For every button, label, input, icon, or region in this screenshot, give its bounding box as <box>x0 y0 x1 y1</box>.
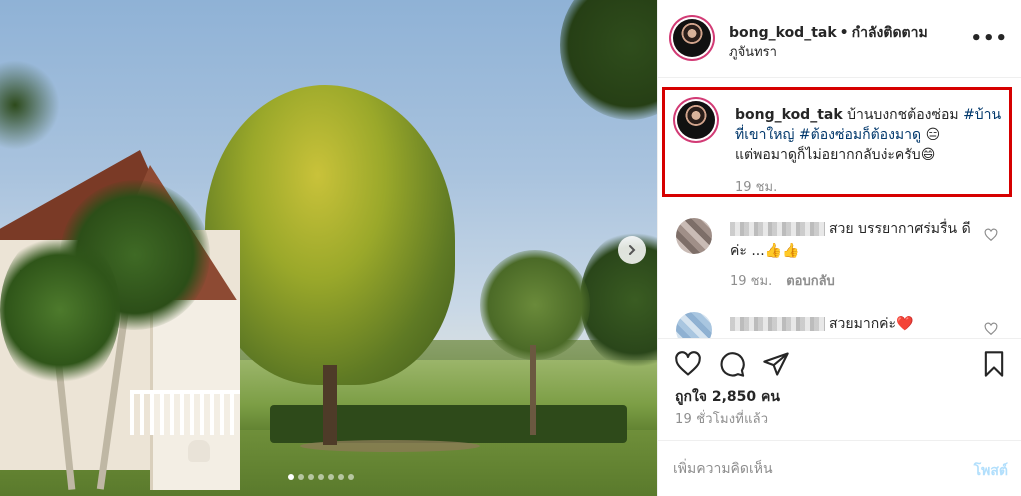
comment-timestamp: 19 ชม. <box>730 274 773 289</box>
caption-line2: แต่พอมาดูก็ไม่อยากกลับง่ะครับ😄 <box>735 147 936 163</box>
post-side-panel: bong_kod_tak • กำลังติดตาม ภูจันทรา ••• bo… <box>657 0 1021 496</box>
photo-tree <box>0 60 60 150</box>
caption-body: บ้านบงกชต้องซ่อม <box>847 107 959 123</box>
comment-like-icon[interactable] <box>984 228 998 242</box>
carousel-dot[interactable] <box>308 474 314 480</box>
photo-tree <box>480 250 590 435</box>
commenter-avatar[interactable] <box>676 218 712 254</box>
caption-emoji: 😑 <box>925 127 941 143</box>
comment-body: สวยมากค่ะ❤️ <box>829 316 914 332</box>
post-action-bar <box>658 338 1021 386</box>
hashtag-link[interactable]: #ต้องซ่อมก็ต้องมาดู <box>799 127 921 143</box>
carousel-dot[interactable] <box>338 474 344 480</box>
photo-carousel-dots <box>288 474 354 480</box>
comment-meta: 19 ชม. ตอบกลับ <box>730 270 835 291</box>
carousel-dot[interactable] <box>348 474 354 480</box>
paper-plane-icon[interactable] <box>762 350 790 378</box>
next-photo-button[interactable] <box>618 236 646 264</box>
like-count[interactable]: ถูกใจ 2,850 คน <box>675 386 780 408</box>
author-username[interactable]: bong_kod_tak <box>729 25 837 41</box>
reply-button[interactable]: ตอบกลับ <box>786 274 835 289</box>
photo-palm <box>0 230 120 390</box>
caption-highlight-box: bong_kod_tak บ้านบงกชต้องซ่อม #บ้านที่เข… <box>662 87 1012 197</box>
header-separator: • <box>839 25 849 41</box>
caption-avatar[interactable] <box>677 101 715 139</box>
comment-like-icon[interactable] <box>984 322 998 336</box>
commenter-username-blurred[interactable] <box>730 317 825 331</box>
comment-icon[interactable] <box>718 350 746 378</box>
comment-item: สวย บรรยากาศร่มรื่น ดีค่ะ ...👍👍 19 ชม. ตอ… <box>658 210 1021 300</box>
post-time-ago: 19 ชั่วโมงที่แล้ว <box>675 412 769 427</box>
carousel-dot[interactable] <box>298 474 304 480</box>
heart-icon[interactable] <box>674 350 702 378</box>
carousel-dot[interactable] <box>328 474 334 480</box>
chevron-right-icon <box>629 245 636 255</box>
carousel-dot[interactable] <box>318 474 324 480</box>
author-avatar[interactable] <box>673 19 711 57</box>
photo-dogs <box>188 440 210 462</box>
more-options-button[interactable]: ••• <box>970 28 1008 49</box>
caption-timestamp: 19 ชม. <box>735 180 778 195</box>
commenter-avatar[interactable] <box>676 312 712 338</box>
comment-item: สวยมากค่ะ❤️ <box>658 308 1021 338</box>
add-comment-bar: โพสต์ <box>658 440 1021 496</box>
post-location[interactable]: ภูจันทรา <box>729 41 777 62</box>
commenter-username-blurred[interactable] <box>730 222 825 236</box>
comment-text: สวย บรรยากาศร่มรื่น ดีค่ะ ...👍👍 <box>730 218 985 262</box>
follow-status-button[interactable]: กำลังติดตาม <box>852 25 928 41</box>
photo-tree <box>560 0 657 120</box>
comment-text: สวยมากค่ะ❤️ <box>730 313 985 335</box>
carousel-dot[interactable] <box>288 474 294 480</box>
caption-text: bong_kod_tak บ้านบงกชต้องซ่อม #บ้านที่เข… <box>735 105 1005 165</box>
caption-username[interactable]: bong_kod_tak <box>735 107 843 123</box>
post-header: bong_kod_tak • กำลังติดตาม ภูจันทรา ••• <box>658 0 1021 78</box>
post-photo[interactable] <box>0 0 657 496</box>
bookmark-icon[interactable] <box>980 350 1008 378</box>
post-comment-button[interactable]: โพสต์ <box>974 460 1008 482</box>
comment-input[interactable] <box>673 455 943 483</box>
